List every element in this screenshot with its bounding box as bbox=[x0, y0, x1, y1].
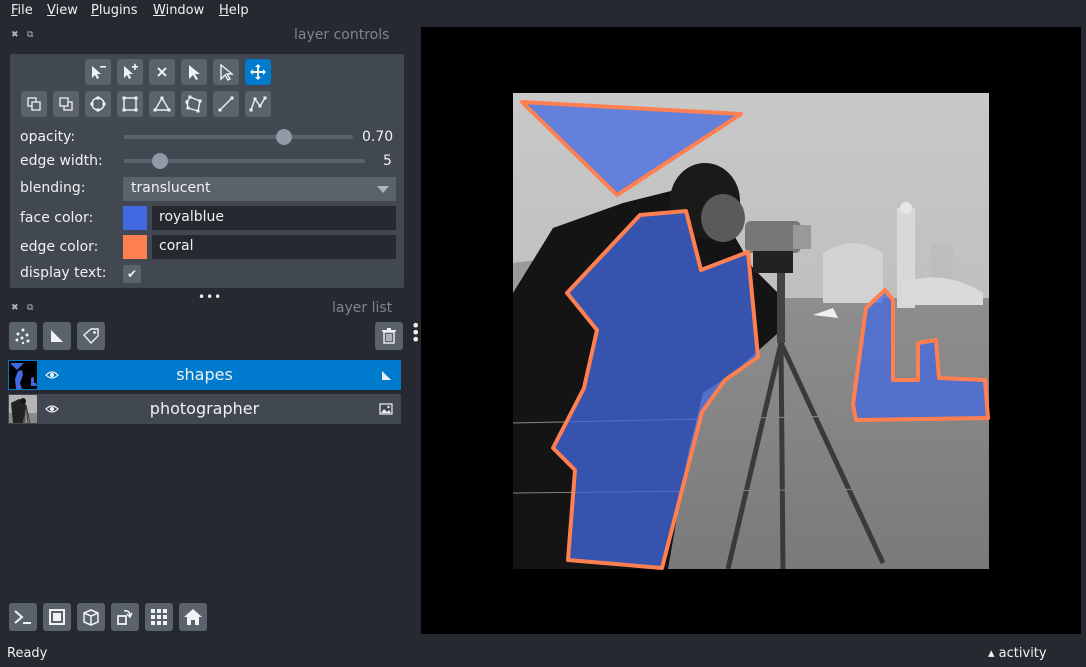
direct-select-icon[interactable] bbox=[213, 59, 239, 85]
layer-list-title: layer list bbox=[332, 300, 393, 316]
move-front-icon[interactable] bbox=[53, 91, 79, 117]
blending-label: blending: bbox=[20, 180, 86, 196]
edge-width-label: edge width: bbox=[20, 153, 103, 169]
opacity-value: 0.70 bbox=[362, 129, 394, 145]
dock-close-icon[interactable]: ✖ bbox=[11, 30, 19, 40]
grid-view-button[interactable] bbox=[145, 603, 173, 631]
layer-name[interactable]: shapes bbox=[8, 365, 401, 384]
face-color-swatch[interactable] bbox=[123, 206, 147, 230]
menu-window[interactable]: Window bbox=[153, 3, 204, 18]
splitter-handle[interactable]: ••• bbox=[198, 290, 222, 304]
opacity-label: opacity: bbox=[20, 129, 76, 145]
add-polygon-icon[interactable] bbox=[181, 91, 207, 117]
edge-color-swatch[interactable] bbox=[123, 235, 147, 259]
home-icon bbox=[184, 609, 202, 625]
face-color-value: royalblue bbox=[159, 209, 225, 225]
new-points-layer-button[interactable] bbox=[9, 322, 37, 350]
face-color-label: face color: bbox=[20, 210, 94, 226]
transpose-button[interactable] bbox=[111, 603, 139, 631]
points-icon bbox=[15, 328, 30, 345]
roll-dims-button[interactable] bbox=[77, 603, 105, 631]
edge-width-value: 5 bbox=[383, 153, 392, 169]
display-text-checkbox[interactable]: ✔ bbox=[123, 265, 141, 283]
activity-label: activity bbox=[998, 646, 1047, 661]
edge-color-label: edge color: bbox=[20, 239, 99, 255]
square-icon bbox=[49, 609, 65, 625]
dock-close-icon[interactable]: ✖ bbox=[11, 303, 19, 313]
shapes-icon bbox=[382, 371, 391, 380]
edge-width-slider-handle[interactable] bbox=[152, 153, 169, 169]
face-color-field[interactable]: royalblue bbox=[152, 206, 396, 230]
menu-bar: File View Plugins Window Help bbox=[0, 0, 1086, 24]
home-button[interactable] bbox=[179, 603, 207, 631]
add-triangle-icon[interactable] bbox=[149, 91, 175, 117]
status-text: Ready bbox=[7, 646, 48, 661]
chevron-down-icon bbox=[377, 186, 389, 193]
toggle-ndisplay-button[interactable] bbox=[43, 603, 71, 631]
layer-row-photographer[interactable]: photographer bbox=[8, 394, 401, 424]
add-line-icon[interactable] bbox=[213, 91, 239, 117]
opacity-slider[interactable] bbox=[124, 135, 353, 139]
new-labels-layer-button[interactable] bbox=[77, 322, 105, 350]
layer-row-shapes[interactable]: shapes bbox=[8, 360, 401, 390]
caret-up-icon: ▴ bbox=[988, 646, 995, 661]
console-button[interactable] bbox=[9, 603, 37, 631]
edge-color-field[interactable]: coral bbox=[152, 235, 396, 259]
status-bar: Ready ▴ activity bbox=[0, 640, 1086, 667]
dock-float-icon[interactable]: ⧉ bbox=[27, 303, 33, 313]
add-ellipse-icon[interactable] bbox=[85, 91, 111, 117]
blending-dropdown[interactable]: translucent bbox=[123, 177, 396, 201]
trash-icon bbox=[382, 328, 396, 344]
add-path-icon[interactable] bbox=[245, 91, 271, 117]
activity-button[interactable]: ▴ activity bbox=[988, 646, 1047, 661]
dock-float-icon[interactable]: ⧉ bbox=[27, 30, 33, 40]
menu-view[interactable]: View bbox=[47, 3, 78, 18]
display-text-label: display text: bbox=[20, 265, 107, 281]
remove-vertex-icon[interactable] bbox=[85, 59, 111, 85]
edge-color-value: coral bbox=[159, 238, 194, 254]
photographer-image bbox=[513, 93, 989, 569]
console-icon bbox=[14, 610, 31, 624]
blending-value: translucent bbox=[131, 180, 211, 196]
add-vertex-icon[interactable] bbox=[117, 59, 143, 85]
delete-shape-icon[interactable] bbox=[149, 59, 175, 85]
layer-name[interactable]: photographer bbox=[8, 399, 401, 418]
more-options-icon[interactable]: • • • bbox=[411, 318, 420, 348]
menu-help[interactable]: Help bbox=[219, 3, 249, 18]
opacity-slider-handle[interactable] bbox=[276, 129, 293, 145]
new-shapes-layer-button[interactable] bbox=[43, 322, 71, 350]
move-back-icon[interactable] bbox=[21, 91, 47, 117]
transpose-icon bbox=[117, 610, 133, 625]
checkmark-icon: ✔ bbox=[126, 267, 138, 281]
layer-controls-title: layer controls bbox=[294, 27, 390, 43]
move-tool-icon[interactable] bbox=[245, 59, 271, 85]
menu-plugins[interactable]: Plugins bbox=[91, 3, 138, 18]
shapes-icon bbox=[51, 330, 63, 342]
delete-layer-button[interactable] bbox=[375, 322, 403, 350]
layer-controls-panel: opacity: 0.70 edge width: 5 blending: tr… bbox=[10, 54, 404, 288]
add-rectangle-icon[interactable] bbox=[117, 91, 143, 117]
menu-file[interactable]: File bbox=[11, 3, 33, 18]
cube-icon bbox=[83, 609, 99, 626]
labels-icon bbox=[83, 328, 99, 345]
grid-icon bbox=[151, 609, 167, 625]
select-vertices-icon[interactable] bbox=[181, 59, 207, 85]
image-icon bbox=[379, 403, 393, 415]
